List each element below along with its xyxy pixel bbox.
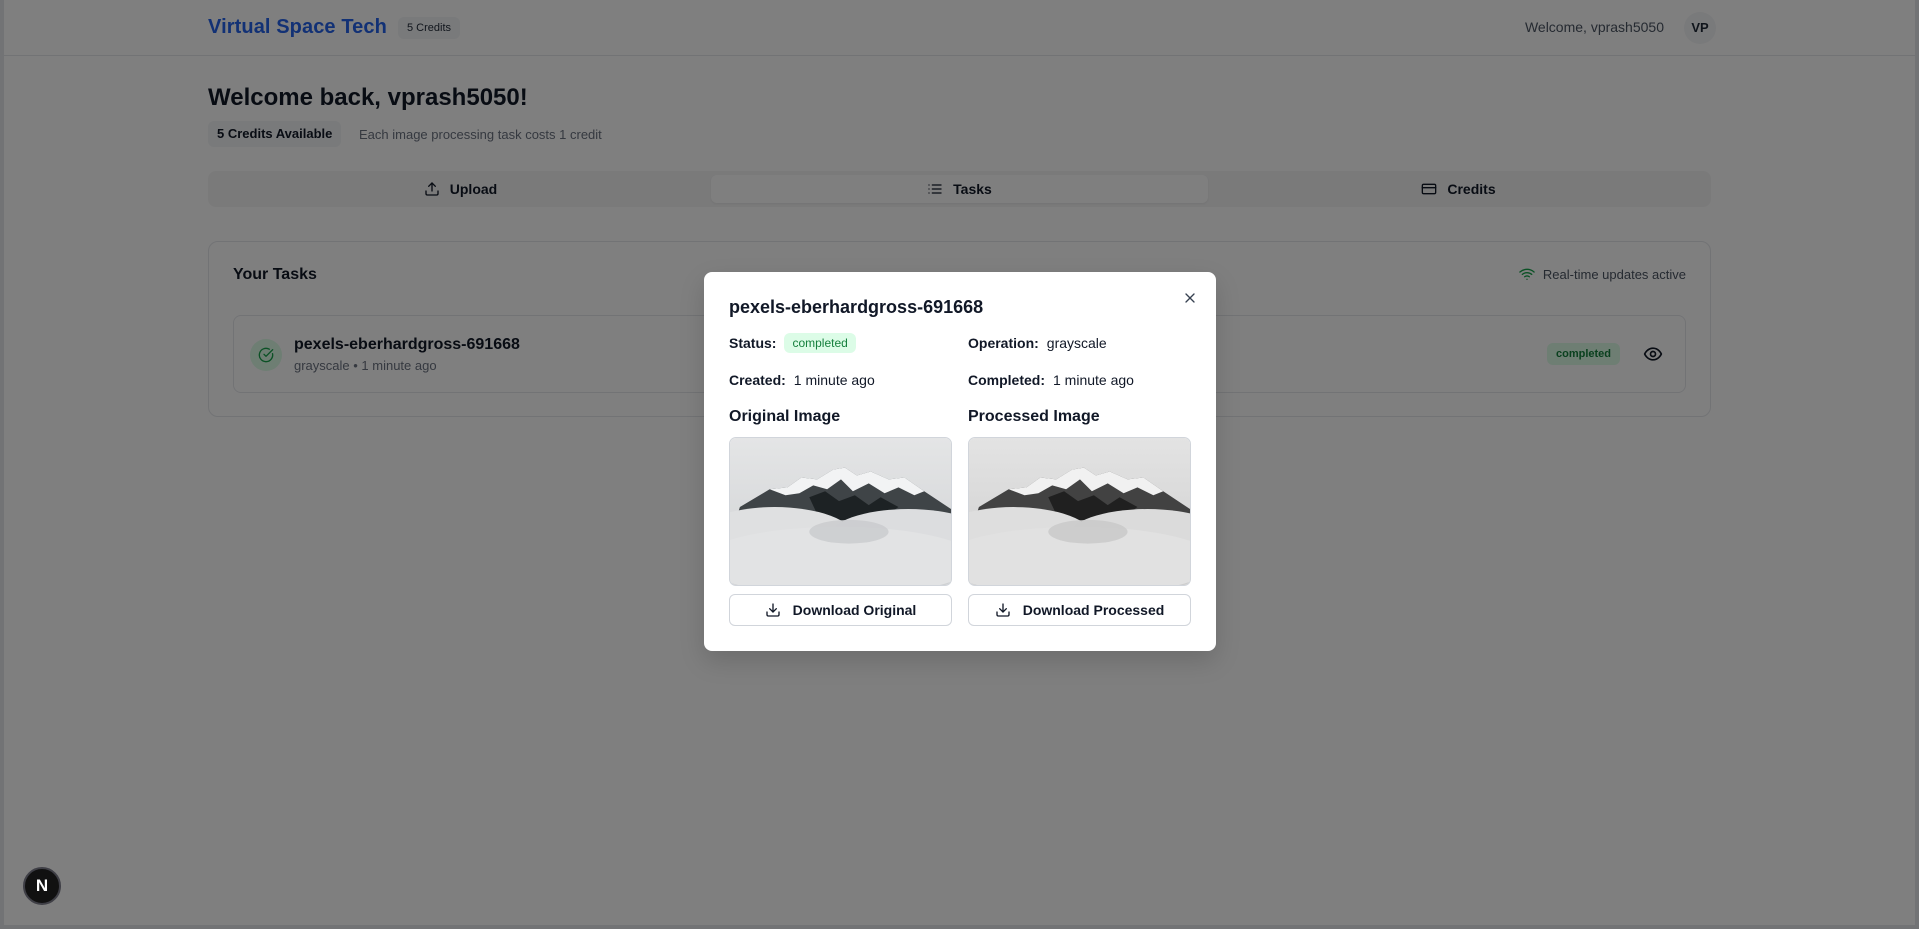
processed-image — [968, 437, 1191, 586]
next-dev-badge[interactable]: N — [23, 867, 61, 905]
download-icon — [996, 603, 1010, 617]
status-field: Status: completed — [729, 333, 856, 353]
download-original-button[interactable]: Download Original — [729, 594, 952, 626]
status-label: Status: — [729, 335, 777, 351]
created-label: Created: — [729, 372, 786, 388]
download-processed-button[interactable]: Download Processed — [968, 594, 1191, 626]
completed-value: 1 minute ago — [1053, 372, 1134, 388]
original-image — [729, 437, 952, 586]
completed-label: Completed: — [968, 372, 1045, 388]
created-field: Created: 1 minute ago — [729, 370, 875, 390]
processed-image-title: Processed Image — [968, 408, 1100, 425]
task-detail-dialog: pexels-eberhardgross-691668 Status: comp… — [704, 272, 1216, 651]
status-badge: completed — [784, 333, 856, 353]
download-original-label: Download Original — [792, 602, 917, 618]
created-value: 1 minute ago — [793, 372, 875, 388]
download-icon — [765, 603, 780, 617]
operation-field: Operation: grayscale — [968, 333, 1107, 353]
close-icon[interactable] — [1182, 290, 1198, 306]
operation-label: Operation: — [968, 335, 1039, 351]
completed-field: Completed: 1 minute ago — [968, 370, 1134, 390]
original-image-title: Original Image — [729, 408, 841, 425]
dialog-title: pexels-eberhardgross-691668 — [729, 297, 984, 317]
operation-value: grayscale — [1046, 335, 1107, 351]
download-processed-label: Download Processed — [1022, 602, 1165, 618]
